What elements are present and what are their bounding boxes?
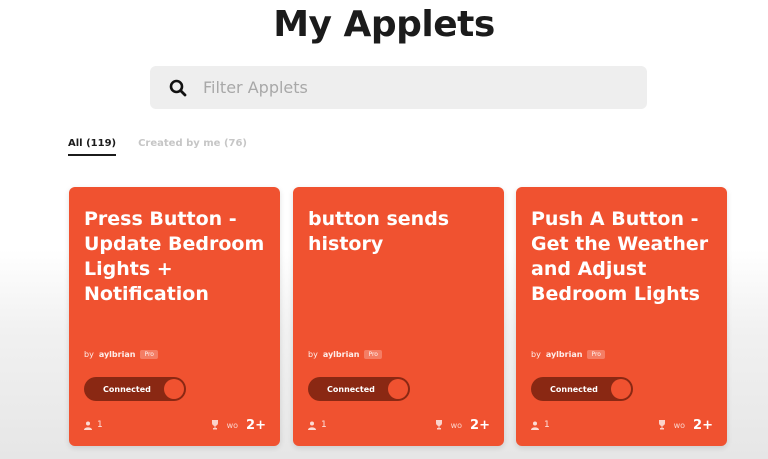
applet-footer: 1 wo 2+ <box>308 417 490 433</box>
service-icons: wo 2+ <box>211 418 266 433</box>
toggle-label: Connected <box>327 384 375 394</box>
user-count: 1 <box>84 420 103 430</box>
pro-badge: Pro <box>364 350 382 359</box>
tab-all[interactable]: All (119) <box>68 138 117 156</box>
connected-toggle[interactable]: Connected <box>84 377 186 401</box>
applet-byline: by aylbrian Pro <box>84 350 158 359</box>
toggle-knob <box>611 379 631 399</box>
user-icon <box>531 421 539 430</box>
service-logo-icon: wo <box>450 420 463 430</box>
user-icon <box>308 421 316 430</box>
user-count-value: 1 <box>544 420 550 430</box>
more-services-count: 2+ <box>470 417 490 433</box>
search-bar[interactable] <box>150 66 647 109</box>
tab-created-by-me[interactable]: Created by me (76) <box>138 138 247 156</box>
user-count: 1 <box>531 420 550 430</box>
applet-title: button sends history <box>308 208 450 255</box>
search-input[interactable] <box>203 78 623 97</box>
user-count: 1 <box>308 420 327 430</box>
author-name[interactable]: aylbrian <box>99 350 136 359</box>
author-name[interactable]: aylbrian <box>546 350 583 359</box>
applet-title: Press Button - Update Bedroom Lights + N… <box>84 208 265 305</box>
more-services-count: 2+ <box>693 417 713 433</box>
trophy-icon <box>211 420 218 430</box>
trophy-icon <box>435 420 442 430</box>
applet-byline: by aylbrian Pro <box>308 350 382 359</box>
pro-badge: Pro <box>587 350 605 359</box>
service-logo-icon: wo <box>673 420 686 430</box>
by-label: by <box>308 350 318 359</box>
user-icon <box>84 421 92 430</box>
toggle-knob <box>388 379 408 399</box>
connected-toggle[interactable]: Connected <box>531 377 633 401</box>
applet-byline: by aylbrian Pro <box>531 350 605 359</box>
toggle-label: Connected <box>550 384 598 394</box>
applet-card[interactable]: button sends history by aylbrian Pro Con… <box>293 187 504 446</box>
applet-footer: 1 wo 2+ <box>531 417 713 433</box>
user-count-value: 1 <box>321 420 327 430</box>
service-icons: wo 2+ <box>658 418 713 433</box>
by-label: by <box>84 350 94 359</box>
applet-card[interactable]: Push A Button - Get the Weather and Adju… <box>516 187 727 446</box>
toggle-knob <box>164 379 184 399</box>
connected-toggle[interactable]: Connected <box>308 377 410 401</box>
applet-card[interactable]: Press Button - Update Bedroom Lights + N… <box>69 187 280 446</box>
applet-title: Push A Button - Get the Weather and Adju… <box>531 208 709 305</box>
search-icon <box>169 78 189 98</box>
service-logo-icon: wo <box>226 420 239 430</box>
applet-tabs: All (119) Created by me (76) <box>68 138 247 156</box>
by-label: by <box>531 350 541 359</box>
more-services-count: 2+ <box>246 417 266 433</box>
applet-footer: 1 wo 2+ <box>84 417 266 433</box>
author-name[interactable]: aylbrian <box>323 350 360 359</box>
toggle-label: Connected <box>103 384 151 394</box>
trophy-icon <box>658 420 665 430</box>
page-title: My Applets <box>273 4 495 45</box>
user-count-value: 1 <box>97 420 103 430</box>
service-icons: wo 2+ <box>435 418 490 433</box>
pro-badge: Pro <box>140 350 158 359</box>
